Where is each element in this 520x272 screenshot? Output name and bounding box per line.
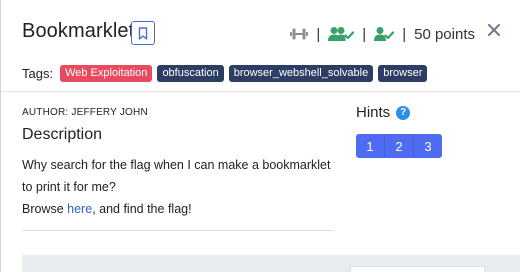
- description-text: Why search for the flag when I can make …: [22, 158, 331, 194]
- close-icon: [488, 24, 500, 36]
- help-icon[interactable]: ?: [396, 105, 411, 120]
- author-label: AUTHOR: JEFFERY JOHN: [22, 107, 148, 118]
- bookmark-icon: [138, 26, 148, 40]
- tag-browser[interactable]: browser: [378, 64, 428, 82]
- description-body: Why search for the flag when I can make …: [22, 154, 342, 220]
- modal-header: Bookmarklet | | | 50 points Tags: Web Ex…: [1, 0, 520, 92]
- stats-separator: |: [362, 25, 367, 43]
- hints-heading: Hints ?: [356, 104, 411, 121]
- hint-button-group: 1 2 3: [356, 134, 442, 158]
- footer-panel: [350, 266, 485, 272]
- tag-obfuscation[interactable]: obfuscation: [157, 64, 224, 82]
- tag-browser-webshell-solvable[interactable]: browser_webshell_solvable: [228, 64, 374, 82]
- tags-label: Tags:: [22, 65, 54, 81]
- challenge-modal: Bookmarklet | | | 50 points Tags: Web Ex…: [0, 0, 520, 272]
- users-check-icon: [328, 26, 355, 42]
- description-heading: Description: [22, 126, 103, 143]
- points-label: 50 points: [414, 25, 475, 43]
- challenge-title: Bookmarklet: [22, 20, 135, 42]
- browse-suffix: , and find the flag!: [92, 202, 192, 216]
- hint-button-3[interactable]: 3: [414, 134, 442, 158]
- hint-button-2[interactable]: 2: [385, 134, 414, 158]
- bookmark-button[interactable]: [131, 21, 155, 45]
- stats-separator: |: [402, 25, 407, 43]
- hints-title: Hints: [356, 104, 391, 121]
- description-divider: [22, 230, 334, 231]
- here-link[interactable]: here: [67, 202, 92, 216]
- close-button[interactable]: [485, 21, 503, 39]
- user-check-icon: [374, 26, 395, 42]
- browse-prefix: Browse: [22, 202, 68, 216]
- challenge-stats: | | | 50 points: [290, 22, 475, 46]
- hint-button-1[interactable]: 1: [356, 134, 385, 158]
- tags-row: Tags: Web Exploitation obfuscation brows…: [22, 63, 428, 83]
- stats-separator: |: [316, 25, 321, 43]
- dumbbell-icon: [290, 27, 309, 41]
- tag-web-exploitation[interactable]: Web Exploitation: [60, 64, 153, 82]
